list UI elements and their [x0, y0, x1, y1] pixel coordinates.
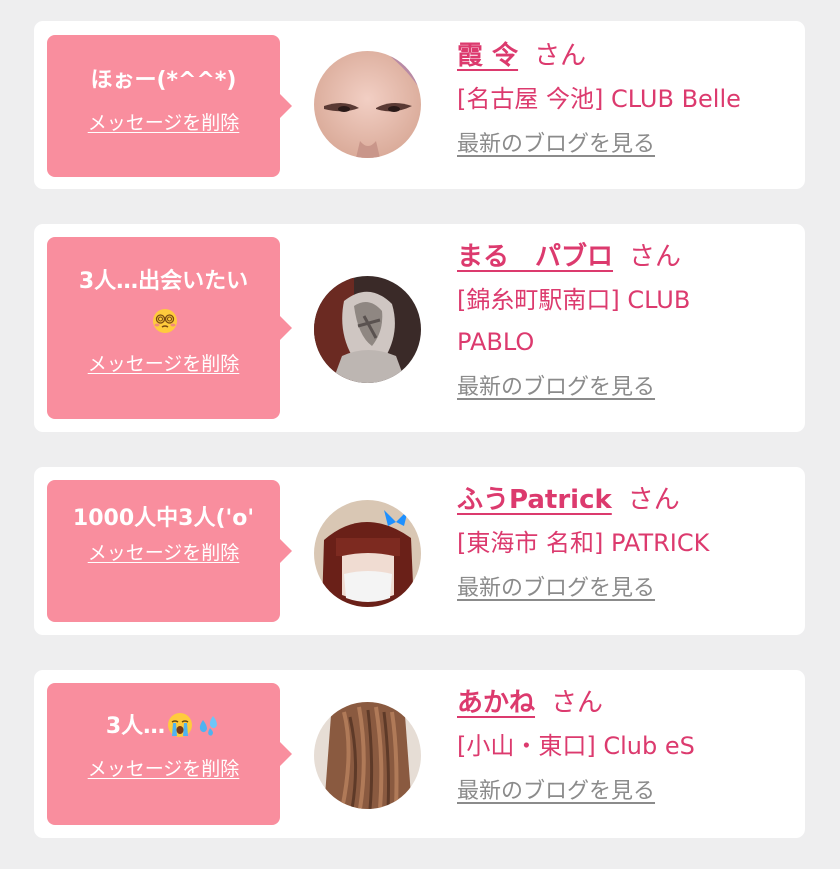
name-line: 霞 令さん: [457, 36, 795, 76]
dizzy-face-icon: [152, 307, 178, 333]
name-line: あかね さん: [457, 683, 795, 723]
profile-info: あかね さん [小山・東口] Club eS 最新のブログを見る: [457, 683, 795, 807]
honorific: さん: [629, 242, 682, 272]
honorific: さん: [627, 485, 680, 515]
avatar[interactable]: [314, 702, 421, 809]
list-item: 1000人中3人('o' メッセージを削除 ふうPatrick さん [東海市 名…: [34, 467, 805, 635]
crying-face-icon: [167, 711, 193, 737]
delete-message-link[interactable]: メッセージを削除: [88, 110, 240, 136]
avatar[interactable]: [314, 276, 421, 383]
message-text: 1000人中3人('o': [72, 506, 255, 531]
profile-name-link[interactable]: ふうPatrick: [457, 485, 612, 515]
name-line: まる パブロ さん: [457, 237, 795, 277]
message-list: ほぉー(*^^*) メッセージを削除 霞 令 さん [名古屋 今池] CLUB …: [0, 0, 840, 869]
list-item: 3人…出会いたい メッセージを削除 まる パブロ さん [錦糸町駅南口] CLU…: [34, 224, 805, 432]
message-text: ほぉー(*^^*): [90, 68, 237, 93]
honorific: さん: [551, 688, 604, 718]
message-bubble: ほぉー(*^^*) メッセージを削除: [47, 35, 292, 177]
avatar[interactable]: [314, 51, 421, 158]
profile-name-link[interactable]: 霞 令: [457, 41, 518, 71]
profile-name-link[interactable]: まる パブロ: [457, 242, 613, 272]
message-bubble: 1000人中3人('o' メッセージを削除: [47, 480, 292, 622]
shop-name: [錦糸町駅南口] CLUB PABLO: [457, 286, 691, 356]
message-text-content: 3人…出会いたい: [78, 269, 249, 294]
latest-blog-link[interactable]: 最新のブログを見る: [457, 373, 655, 403]
shop-name: [名古屋 今池] CLUB Belle: [457, 85, 741, 113]
message-text-content: 3人…: [105, 714, 166, 739]
message-bubble: 3人… メッセージを削除: [47, 683, 292, 825]
message-text: 3人…: [53, 706, 274, 747]
profile-name-link[interactable]: あかね: [457, 688, 535, 718]
latest-blog-link[interactable]: 最新のブログを見る: [457, 777, 655, 807]
name-line: ふうPatrick さん: [457, 480, 795, 520]
delete-message-link[interactable]: メッセージを削除: [88, 540, 240, 566]
latest-blog-link[interactable]: 最新のブログを見る: [457, 574, 655, 604]
list-item: ほぉー(*^^*) メッセージを削除 霞 令 さん [名古屋 今池] CLUB …: [34, 21, 805, 189]
shop-name: [小山・東口] Club eS: [457, 732, 695, 760]
delete-message-link[interactable]: メッセージを削除: [88, 351, 240, 377]
profile-info: まる パブロ さん [錦糸町駅南口] CLUB PABLO 最新のブログを見る: [457, 237, 795, 403]
list-item: 3人… メッセージを削除 あかね さん [小山・東口] Club eS 最新のブ…: [34, 670, 805, 838]
message-text: 3人…出会いたい: [53, 261, 274, 343]
delete-message-link[interactable]: メッセージを削除: [88, 756, 240, 782]
profile-info: ふうPatrick さん [東海市 名和] PATRICK 最新のブログを見る: [457, 480, 795, 604]
honorific: さん: [534, 41, 587, 71]
avatar[interactable]: [314, 500, 421, 607]
shop-name: [東海市 名和] PATRICK: [457, 529, 710, 557]
sweat-droplets-icon: [195, 711, 221, 737]
latest-blog-link[interactable]: 最新のブログを見る: [457, 130, 655, 160]
message-bubble: 3人…出会いたい メッセージを削除: [47, 237, 292, 419]
profile-info: 霞 令さん [名古屋 今池] CLUB Belle 最新のブログを見る: [457, 36, 795, 160]
